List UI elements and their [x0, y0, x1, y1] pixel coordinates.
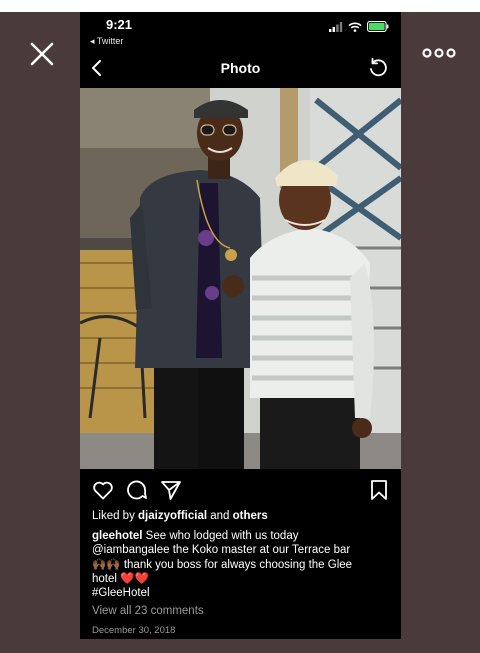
liked-others-link[interactable]: others [233, 510, 268, 522]
red-heart-emoji: ❤️❤️ [120, 572, 149, 585]
status-bar: 9:21 ◂ Twitter [80, 12, 401, 52]
comment-icon[interactable] [125, 478, 149, 502]
liked-by-prefix: Liked by [92, 510, 139, 522]
nav-bar: Photo [80, 52, 401, 86]
refresh-icon[interactable] [367, 57, 389, 79]
liked-user-link[interactable]: djaizyofficial [138, 510, 207, 522]
caption-line-3: thank you boss for always choosing the G… [120, 558, 353, 571]
caption-line-1: See who lodged with us today [142, 530, 299, 542]
share-icon[interactable] [159, 478, 183, 502]
bookmark-icon[interactable] [367, 478, 391, 502]
post-photo[interactable] [80, 88, 401, 469]
back-to-twitter-link[interactable]: ◂ Twitter [90, 36, 123, 47]
heart-icon[interactable] [91, 478, 115, 502]
page-title: Photo [220, 60, 261, 76]
view-all-comments-link[interactable]: View all 23 comments [92, 605, 204, 617]
post-actions [80, 476, 401, 504]
signal-icon [329, 21, 343, 32]
post-date: December 30, 2018 [92, 625, 176, 636]
status-icons [329, 21, 389, 32]
phone-screen: 9:21 ◂ Twitter Photo Liked by djaizyoffi… [80, 12, 401, 639]
status-time: 9:21 [106, 17, 133, 32]
close-icon[interactable] [28, 40, 56, 68]
top-strip [0, 0, 480, 12]
caption-line-2[interactable]: @iambangalee the Koko master at our Terr… [92, 543, 392, 557]
likes-line: Liked by djaizyofficial and others [92, 510, 268, 522]
battery-icon [367, 21, 389, 32]
liked-and-text: and [207, 510, 233, 522]
clapping-hands-emoji: 🙌🏾🙌🏾 [92, 558, 121, 571]
wifi-icon [348, 22, 362, 32]
hashtag-link[interactable]: #GleeHotel [92, 586, 392, 600]
caption-username[interactable]: gleehotel [92, 530, 142, 542]
more-icon[interactable] [422, 44, 456, 62]
caption-line-4: hotel [92, 572, 121, 585]
post-caption: gleehotel See who lodged with us today @… [92, 529, 392, 600]
